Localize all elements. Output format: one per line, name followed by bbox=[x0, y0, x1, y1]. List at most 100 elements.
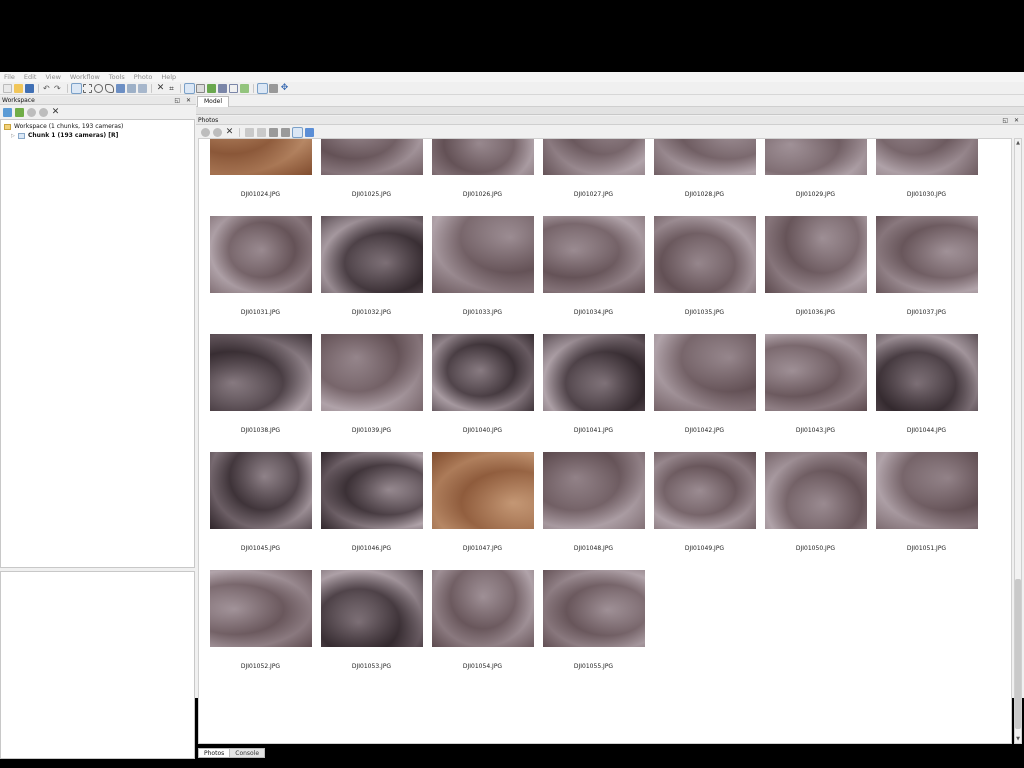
photo-thumbnail[interactable]: DJI01035.JPG bbox=[649, 216, 760, 316]
reset-view-icon[interactable]: ✥ bbox=[280, 83, 289, 93]
photo-image[interactable] bbox=[542, 452, 645, 529]
undo-icon[interactable]: ↶ bbox=[43, 84, 52, 93]
circle-select-icon[interactable] bbox=[94, 83, 103, 93]
free-select-icon[interactable] bbox=[105, 83, 114, 93]
menu-edit[interactable]: Edit bbox=[24, 73, 37, 81]
photo-image[interactable] bbox=[320, 216, 423, 293]
disable-camera-icon[interactable] bbox=[213, 127, 222, 137]
photo-image[interactable] bbox=[209, 216, 312, 293]
pane-controls[interactable]: ◱ ✕ bbox=[1002, 116, 1021, 125]
photo-thumbnail[interactable]: DJI01033.JPG bbox=[427, 216, 538, 316]
photo-thumbnail[interactable]: DJI01039.JPG bbox=[316, 334, 427, 434]
photo-thumbnail[interactable]: DJI01044.JPG bbox=[871, 334, 982, 434]
photo-thumbnail[interactable]: DJI01042.JPG bbox=[649, 334, 760, 434]
photo-image[interactable] bbox=[209, 570, 312, 647]
tab-model[interactable]: Model bbox=[197, 96, 230, 107]
photo-image[interactable] bbox=[653, 452, 756, 529]
photo-thumbnail[interactable]: DJI01038.JPG bbox=[205, 334, 316, 434]
photo-thumbnail[interactable]: DJI01024.JPG bbox=[205, 139, 316, 198]
move-region-icon[interactable] bbox=[116, 83, 125, 93]
photo-thumbnail[interactable]: DJI01048.JPG bbox=[538, 452, 649, 552]
photo-thumbnail[interactable]: DJI01054.JPG bbox=[427, 570, 538, 670]
photo-thumbnail[interactable]: DJI01046.JPG bbox=[316, 452, 427, 552]
redo-icon[interactable]: ↷ bbox=[54, 84, 63, 93]
enable-camera-icon[interactable] bbox=[201, 127, 210, 137]
photo-thumbnail[interactable]: DJI01026.JPG bbox=[427, 139, 538, 198]
menu-tools[interactable]: Tools bbox=[109, 73, 125, 81]
tree-row-chunk[interactable]: ▷ Chunk 1 (193 cameras) [R] bbox=[4, 131, 191, 140]
photo-image[interactable] bbox=[320, 334, 423, 411]
new-file-icon[interactable] bbox=[3, 83, 12, 93]
rect-select-icon[interactable] bbox=[83, 83, 92, 93]
show-images-icon[interactable] bbox=[292, 126, 303, 138]
photo-image[interactable] bbox=[875, 216, 978, 293]
show-markers-icon[interactable] bbox=[269, 83, 278, 93]
tree-row-workspace[interactable]: Workspace (1 chunks, 193 cameras) bbox=[4, 122, 191, 131]
photo-thumbnail[interactable]: DJI01047.JPG bbox=[427, 452, 538, 552]
textured-model-icon[interactable] bbox=[240, 83, 249, 93]
photo-thumbnail[interactable]: DJI01050.JPG bbox=[760, 452, 871, 552]
delete-selection-icon[interactable]: ✕ bbox=[156, 83, 165, 93]
scroll-thumb[interactable] bbox=[1015, 579, 1021, 729]
save-icon[interactable] bbox=[25, 83, 34, 93]
photo-thumbnail[interactable]: DJI01049.JPG bbox=[649, 452, 760, 552]
photo-image[interactable] bbox=[653, 334, 756, 411]
vertical-scrollbar[interactable]: ▲ ▼ bbox=[1014, 138, 1022, 744]
photo-thumbnail[interactable]: DJI01027.JPG bbox=[538, 139, 649, 198]
photo-image[interactable] bbox=[320, 452, 423, 529]
photo-image[interactable] bbox=[764, 334, 867, 411]
photo-image[interactable] bbox=[653, 139, 756, 175]
remove-icon[interactable]: ✕ bbox=[51, 107, 60, 117]
photo-image[interactable] bbox=[764, 452, 867, 529]
tab-photos[interactable]: Photos bbox=[198, 748, 231, 758]
add-chunk-icon[interactable] bbox=[3, 107, 12, 117]
photo-image[interactable] bbox=[542, 139, 645, 175]
photo-thumbnail[interactable]: DJI01025.JPG bbox=[316, 139, 427, 198]
enable-icon[interactable] bbox=[27, 107, 36, 117]
dense-cloud-icon[interactable] bbox=[196, 83, 205, 93]
open-folder-icon[interactable] bbox=[14, 83, 23, 93]
tab-console[interactable]: Console bbox=[229, 748, 266, 758]
photo-image[interactable] bbox=[209, 139, 312, 175]
photo-image[interactable] bbox=[320, 139, 423, 175]
menu-view[interactable]: View bbox=[45, 73, 60, 81]
photo-thumbnail[interactable]: DJI01052.JPG bbox=[205, 570, 316, 670]
photo-image[interactable] bbox=[431, 334, 534, 411]
photo-image[interactable] bbox=[764, 216, 867, 293]
pane-controls[interactable]: ◱ ✕ bbox=[174, 96, 193, 105]
point-cloud-icon[interactable] bbox=[184, 82, 195, 94]
photo-image[interactable] bbox=[542, 570, 645, 647]
crop-icon[interactable]: ⌗ bbox=[167, 84, 176, 93]
photo-image[interactable] bbox=[431, 452, 534, 529]
photo-thumbnail[interactable]: DJI01041.JPG bbox=[538, 334, 649, 434]
photo-image[interactable] bbox=[875, 139, 978, 175]
reset-filter-icon[interactable] bbox=[281, 127, 290, 137]
rotate-left-icon[interactable] bbox=[245, 127, 254, 137]
photo-image[interactable] bbox=[209, 334, 312, 411]
menu-photo[interactable]: Photo bbox=[134, 73, 153, 81]
photo-image[interactable] bbox=[209, 452, 312, 529]
model-view[interactable] bbox=[196, 107, 1024, 115]
photo-thumbnail[interactable]: DJI01043.JPG bbox=[760, 334, 871, 434]
menu-help[interactable]: Help bbox=[161, 73, 176, 81]
photo-image[interactable] bbox=[431, 139, 534, 175]
rotate-region-icon[interactable] bbox=[138, 83, 147, 93]
photo-thumbnail[interactable]: DJI01031.JPG bbox=[205, 216, 316, 316]
view-mode-icon[interactable] bbox=[305, 127, 314, 137]
binoculars-icon[interactable] bbox=[269, 127, 278, 137]
menu-workflow[interactable]: Workflow bbox=[70, 73, 100, 81]
menu-file[interactable]: File bbox=[4, 73, 15, 81]
rotate-right-icon[interactable] bbox=[257, 127, 266, 137]
add-photos-icon[interactable] bbox=[15, 107, 24, 117]
photo-thumbnail[interactable]: DJI01045.JPG bbox=[205, 452, 316, 552]
photo-thumbnail[interactable]: DJI01051.JPG bbox=[871, 452, 982, 552]
photo-thumbnail[interactable]: DJI01030.JPG bbox=[871, 139, 982, 198]
photo-thumbnail[interactable]: DJI01032.JPG bbox=[316, 216, 427, 316]
photo-image[interactable] bbox=[653, 216, 756, 293]
wireframe-model-icon[interactable] bbox=[229, 83, 238, 93]
expand-arrow-icon[interactable]: ▷ bbox=[11, 133, 16, 139]
photo-thumbnail[interactable]: DJI01053.JPG bbox=[316, 570, 427, 670]
photo-image[interactable] bbox=[875, 452, 978, 529]
resize-region-icon[interactable] bbox=[127, 83, 136, 93]
photo-image[interactable] bbox=[875, 334, 978, 411]
